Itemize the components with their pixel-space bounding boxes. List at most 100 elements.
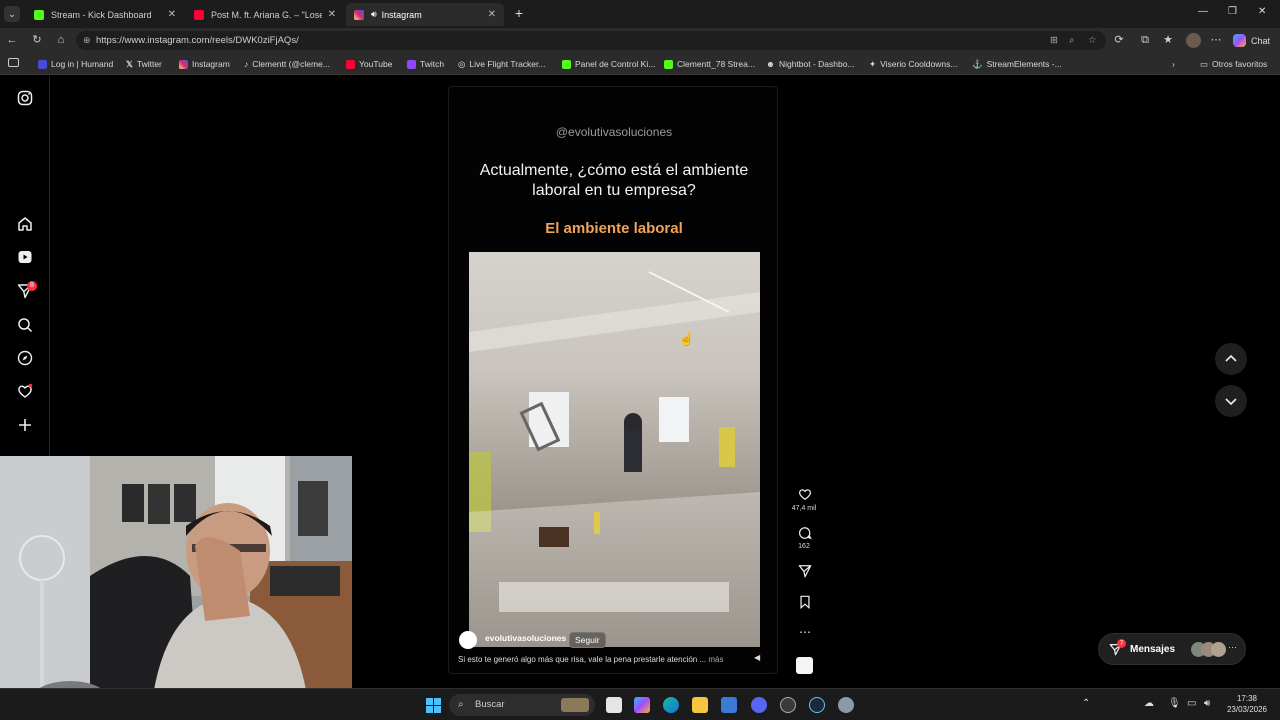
address-bar[interactable]: ⊕ https://www.instagram.com/reels/DWK0zi… bbox=[76, 31, 1106, 50]
like-heart-icon[interactable] bbox=[796, 487, 814, 501]
site-info-icon[interactable]: ⊕ bbox=[83, 31, 91, 50]
steam-icon[interactable] bbox=[809, 697, 825, 713]
reel-video[interactable]: ☝ bbox=[469, 252, 760, 647]
close-tab-icon[interactable]: ✕ bbox=[168, 9, 176, 20]
volume-icon[interactable]: 🔊︎ bbox=[1204, 698, 1210, 709]
discord-icon[interactable] bbox=[751, 697, 767, 713]
more-menu-icon[interactable]: ⋯ bbox=[1209, 33, 1223, 47]
speaker-icon[interactable]: 🔊︎ bbox=[371, 9, 377, 20]
home-icon[interactable]: ⌂ bbox=[54, 33, 68, 47]
new-tab-button[interactable]: + bbox=[512, 5, 526, 21]
profile-avatar[interactable] bbox=[1186, 33, 1201, 48]
audio-thumbnail[interactable] bbox=[796, 657, 813, 674]
other-favorites[interactable]: ▭ Otros favoritos bbox=[1200, 58, 1267, 70]
bookmark-twitch[interactable]: Twitch bbox=[407, 58, 444, 70]
globe-icon: ◎ bbox=[458, 58, 466, 69]
obs-icon[interactable] bbox=[780, 697, 796, 713]
settings-gear-icon[interactable] bbox=[838, 697, 854, 713]
messages-label: Mensajes bbox=[1130, 644, 1176, 655]
zoom-icon[interactable]: ⌕ bbox=[1069, 31, 1074, 50]
start-windows-icon[interactable] bbox=[426, 698, 441, 713]
kick-icon bbox=[562, 59, 571, 69]
more-dots-icon: ⋯ bbox=[1228, 642, 1237, 652]
url-text: https://www.instagram.com/reels/DWK0ziFj… bbox=[96, 35, 299, 46]
bookmark-humand[interactable]: Log in | Humand bbox=[38, 58, 113, 70]
split-screen-icon[interactable]: ⧉ bbox=[1138, 33, 1152, 47]
save-bookmark-icon[interactable] bbox=[796, 595, 814, 609]
explore-compass-icon[interactable] bbox=[17, 350, 33, 366]
tab-youtube-music[interactable]: Post M. ft. Ariana G. – "Lose Contr ✕ bbox=[186, 3, 344, 26]
follow-button[interactable]: Seguir bbox=[569, 632, 606, 648]
clock-date: 23/03/2026 bbox=[1226, 705, 1268, 714]
taskbar-search[interactable]: ⌕ Buscar bbox=[449, 694, 595, 716]
bookmark-label: Panel de Control Ki... bbox=[575, 59, 656, 69]
bookmark-kick-panel[interactable]: Panel de Control Ki... bbox=[562, 58, 655, 70]
reel-question-text: Actualmente, ¿cómo está el ambiente labo… bbox=[479, 162, 749, 199]
favorites-icon[interactable]: ★ bbox=[1161, 33, 1175, 47]
microphone-icon[interactable]: 🎙︎ bbox=[1168, 698, 1181, 709]
refresh-icon[interactable]: ↻ bbox=[30, 33, 44, 47]
reading-view-icon[interactable] bbox=[8, 58, 19, 67]
minimize-button[interactable]: — bbox=[1198, 6, 1210, 17]
favorite-star-icon[interactable]: ☆ bbox=[1088, 31, 1097, 50]
system-tray-overflow-icon[interactable]: ⌃ bbox=[1082, 698, 1090, 709]
taskbar-clock[interactable]: 17:38 23/03/2026 bbox=[1222, 693, 1272, 715]
bookmark-label: Twitter bbox=[136, 59, 162, 69]
bookmark-streamelements[interactable]: ⚓ StreamElements -... bbox=[972, 58, 1062, 70]
bookmark-youtube[interactable]: YouTube bbox=[346, 58, 392, 70]
onedrive-icon[interactable]: ☁ bbox=[1144, 698, 1154, 709]
restore-button[interactable]: ❐ bbox=[1228, 6, 1240, 17]
bookmark-nightbot[interactable]: ☻ Nightbot - Dashbo... bbox=[766, 58, 855, 70]
previous-reel-button[interactable] bbox=[1215, 343, 1247, 375]
reel-card[interactable]: @evolutivasoluciones Actualmente, ¿cómo … bbox=[448, 86, 778, 674]
next-reel-button[interactable] bbox=[1215, 385, 1247, 417]
search-icon[interactable] bbox=[17, 317, 33, 333]
file-explorer-icon[interactable] bbox=[692, 697, 708, 713]
bookmark-flight-tracker[interactable]: ◎ Live Flight Tracker... bbox=[458, 58, 545, 70]
bookmarks-overflow-icon[interactable]: › bbox=[1172, 58, 1175, 70]
tab-instagram[interactable]: 🔊︎ Instagram ✕ bbox=[346, 3, 504, 26]
bookmark-label: Clementt_78 Strea... bbox=[677, 59, 755, 69]
edge-browser-icon[interactable] bbox=[663, 697, 679, 713]
create-plus-icon[interactable] bbox=[17, 417, 33, 433]
author-avatar[interactable] bbox=[459, 631, 477, 649]
tab-kick-dashboard[interactable]: Stream - Kick Dashboard ✕ bbox=[26, 3, 184, 26]
bookmark-tiktok-clementt[interactable]: ♪ Clementt (@cleme... bbox=[244, 58, 330, 70]
tab-list-button[interactable]: ⌄ bbox=[4, 6, 20, 22]
close-tab-icon[interactable]: ✕ bbox=[488, 9, 496, 20]
comment-icon[interactable] bbox=[796, 526, 814, 540]
share-icon[interactable] bbox=[796, 564, 814, 578]
instagram-logo-icon[interactable] bbox=[17, 90, 33, 106]
comment-count: 162 bbox=[798, 543, 810, 550]
author-username[interactable]: evolutivasoluciones bbox=[485, 633, 566, 643]
bookmark-instagram[interactable]: Instagram bbox=[179, 58, 230, 70]
refresh-extension-icon[interactable]: ⟳ bbox=[1112, 33, 1126, 47]
close-tab-icon[interactable]: ✕ bbox=[328, 9, 336, 20]
copilot-icon bbox=[1233, 34, 1246, 47]
search-icon: ⌕ bbox=[458, 699, 464, 710]
bookmark-kick-stream[interactable]: Clementt_78 Strea... bbox=[664, 58, 755, 70]
bookmark-label: Otros favoritos bbox=[1212, 59, 1268, 69]
notifications-heart-icon[interactable] bbox=[17, 383, 33, 399]
close-window-button[interactable]: ✕ bbox=[1258, 6, 1270, 17]
back-icon[interactable]: ← bbox=[5, 33, 19, 47]
bookmark-twitter[interactable]: 𝕏 Twitter bbox=[126, 58, 162, 70]
messages-button[interactable]: 7 Mensajes ⋯ bbox=[1098, 633, 1246, 665]
copilot-chat-button[interactable]: Chat bbox=[1233, 32, 1270, 49]
bookmark-viserio[interactable]: ✦ Viserio Cooldowns... bbox=[869, 58, 957, 70]
task-view-icon[interactable] bbox=[606, 697, 622, 713]
tab-label: Post M. ft. Ariana G. – "Lose Contr bbox=[211, 9, 322, 20]
home-icon[interactable] bbox=[17, 216, 33, 232]
microsoft-store-icon[interactable] bbox=[721, 697, 737, 713]
twitch-icon bbox=[407, 59, 416, 69]
more-options-icon[interactable]: ⋯ bbox=[796, 625, 814, 639]
streamer-webcam-image bbox=[0, 456, 352, 720]
copilot-app-icon[interactable] bbox=[634, 697, 650, 713]
reels-icon[interactable] bbox=[17, 249, 33, 265]
caption-more-link[interactable]: más bbox=[708, 655, 723, 664]
mute-toggle-icon[interactable]: ◀︎ bbox=[754, 653, 760, 662]
bookmark-label: Live Flight Tracker... bbox=[469, 59, 546, 69]
extensions-icon[interactable]: ⊞ bbox=[1050, 31, 1058, 50]
network-icon[interactable]: ▭ bbox=[1187, 698, 1196, 709]
bookmark-label: Viserio Cooldowns... bbox=[880, 59, 958, 69]
